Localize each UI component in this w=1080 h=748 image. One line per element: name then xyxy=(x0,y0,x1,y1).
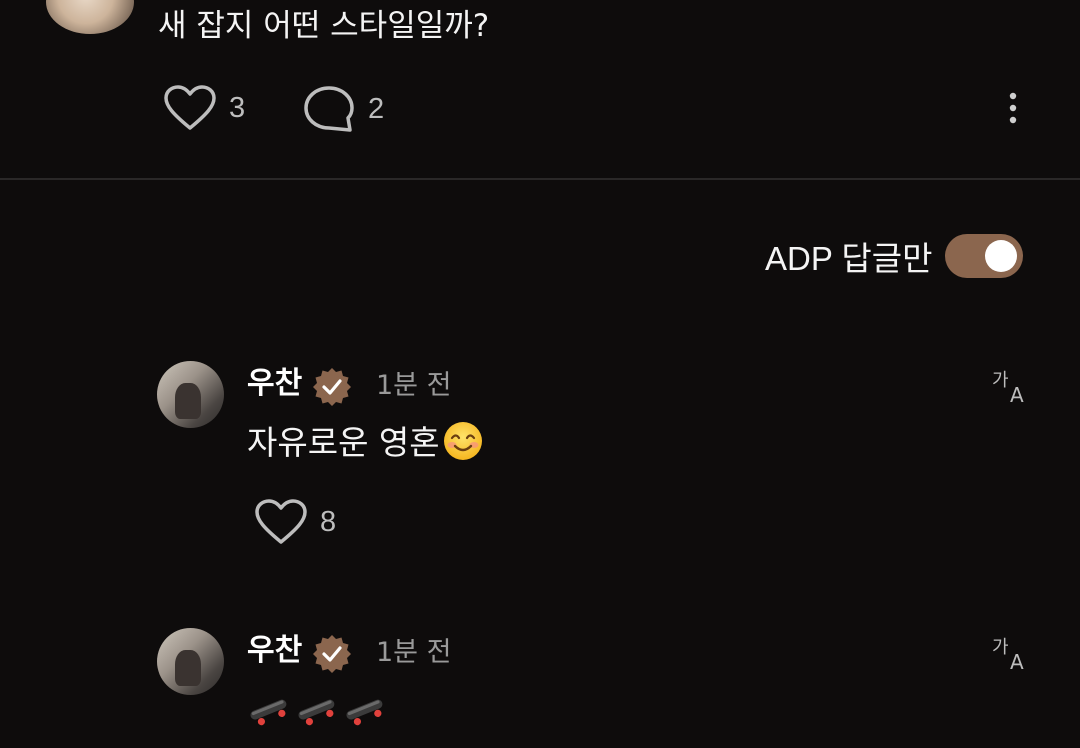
more-options-icon[interactable] xyxy=(1000,90,1026,126)
reply-like-count: 8 xyxy=(320,505,337,538)
translate-icon[interactable]: 가 A xyxy=(990,366,1032,406)
reply-like-button[interactable]: 8 xyxy=(254,498,336,546)
svg-text:가: 가 xyxy=(992,370,1009,391)
post-text: 새 잡지 어떤 스타일일까? xyxy=(158,8,490,44)
heart-icon xyxy=(164,85,216,130)
reply-text-content: 자유로운 영혼 xyxy=(247,423,440,462)
reply-time: 1분 전 xyxy=(376,370,452,401)
reply-time: 1분 전 xyxy=(376,637,452,668)
skateboard-icon xyxy=(250,699,287,726)
reply-author[interactable]: 우찬 xyxy=(247,631,302,671)
divider xyxy=(0,178,1080,180)
avatar[interactable] xyxy=(157,361,224,428)
reply-text: 자유로운 영혼 xyxy=(247,420,484,466)
skateboard-icon xyxy=(346,699,383,726)
avatar[interactable] xyxy=(157,628,224,695)
smiling-face-icon xyxy=(443,422,482,460)
heart-icon xyxy=(255,499,307,544)
post-like-button[interactable]: 3 xyxy=(163,84,245,132)
reply-item: 우찬 1분 전 가 A xyxy=(0,625,1080,748)
translate-icon[interactable]: 가 A xyxy=(990,633,1032,673)
toggle-knob xyxy=(984,240,1017,272)
adp-filter-toggle[interactable] xyxy=(944,234,1023,278)
post-comment-count: 2 xyxy=(368,92,385,125)
post-avatar[interactable] xyxy=(46,0,134,34)
verified-badge-icon xyxy=(313,635,351,673)
reply-author[interactable]: 우찬 xyxy=(247,364,302,404)
adp-filter-label: ADP 답글만 xyxy=(765,240,933,277)
verified-badge-icon xyxy=(313,368,351,406)
svg-text:A: A xyxy=(1010,383,1024,406)
comment-icon xyxy=(304,86,354,132)
svg-text:가: 가 xyxy=(992,637,1009,658)
svg-text:A: A xyxy=(1010,650,1024,673)
post-like-count: 3 xyxy=(229,91,246,124)
skateboard-icon xyxy=(298,699,335,726)
reply-emoji-row xyxy=(247,693,387,729)
post-comment-button[interactable]: 2 xyxy=(302,84,384,134)
adp-filter: ADP 답글만 xyxy=(765,232,1023,280)
reply-item: 우찬 1분 전 가 A 자유로운 영혼 8 xyxy=(0,358,1080,558)
